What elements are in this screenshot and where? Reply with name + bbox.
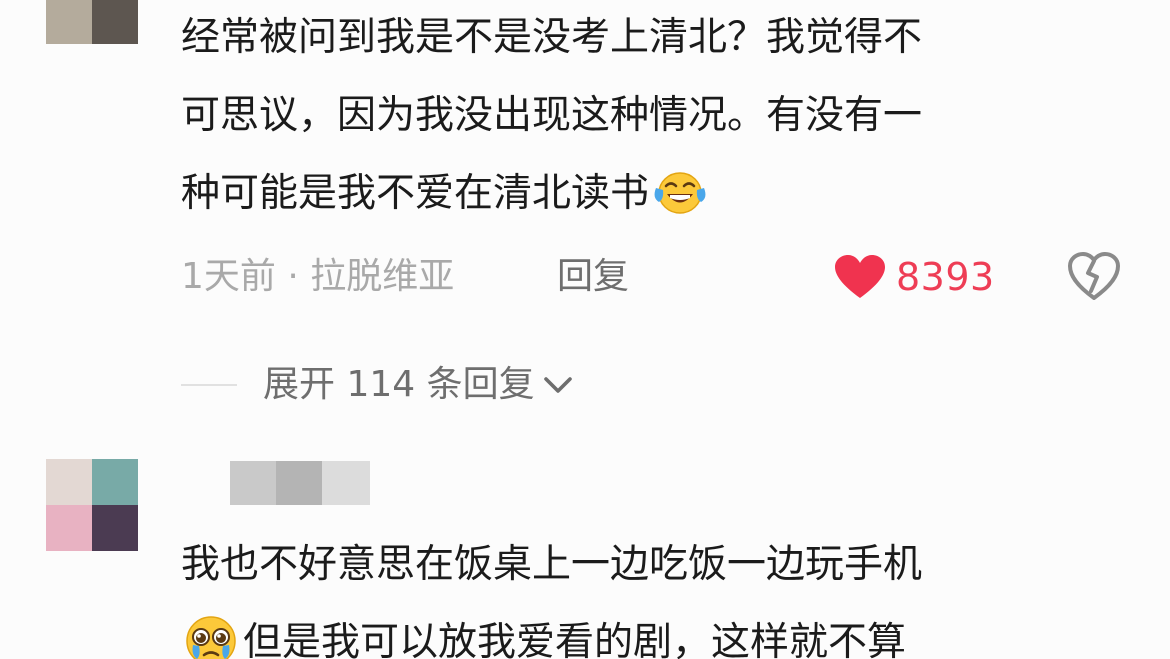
like-count: 8393 [896, 255, 995, 299]
comment-line-with-emoji: 种可能是我不爱在清北读书 [181, 155, 1141, 233]
avatar[interactable] [46, 0, 138, 44]
comment-line: 我也不好意思在饭桌上一边吃饭一边玩手机 [181, 542, 923, 587]
heart-icon [835, 255, 885, 298]
comment-line: 种可能是我不爱在清北读书 [181, 171, 650, 216]
comment-body: 我也不好意思在饭桌上一边吃饭一边玩手机 但是我可以放我爱看的剧，这样就不算 [181, 526, 1141, 659]
comment-line: 经常被问到我是不是没考上清北？我觉得不 [181, 15, 923, 60]
tears-of-joy-emoji-icon [654, 171, 706, 214]
divider [181, 384, 237, 386]
avatar[interactable] [46, 459, 138, 551]
comment-line: 可思议，因为我没出现这种情况。有没有一 [181, 93, 923, 138]
comment-time-location: 1天前 · 拉脱维亚 [181, 256, 455, 297]
broken-heart-icon[interactable] [1067, 251, 1121, 301]
expand-replies-button[interactable]: 展开 114 条回复 [181, 357, 575, 413]
comment-line: 但是我可以放我爱看的剧，这样就不算 [243, 620, 907, 659]
username-redacted[interactable] [230, 461, 370, 505]
chevron-down-icon [543, 377, 572, 393]
pleading-face-emoji-icon [186, 615, 236, 659]
comment-line-with-emoji: 但是我可以放我爱看的剧，这样就不算 [181, 604, 1141, 659]
comment-list: 经常被问到我是不是没考上清北？我觉得不 可思议，因为我没出现这种情况。有没有一 … [0, 0, 1170, 659]
reply-button[interactable]: 回复 [557, 249, 629, 305]
comment-body: 经常被问到我是不是没考上清北？我觉得不 可思议，因为我没出现这种情况。有没有一 … [181, 0, 1141, 233]
comment-meta-row: 1天前 · 拉脱维亚 回复 8393 [181, 249, 1141, 305]
expand-replies-label: 展开 114 条回复 [263, 364, 535, 405]
like-button[interactable]: 8393 [834, 249, 995, 305]
